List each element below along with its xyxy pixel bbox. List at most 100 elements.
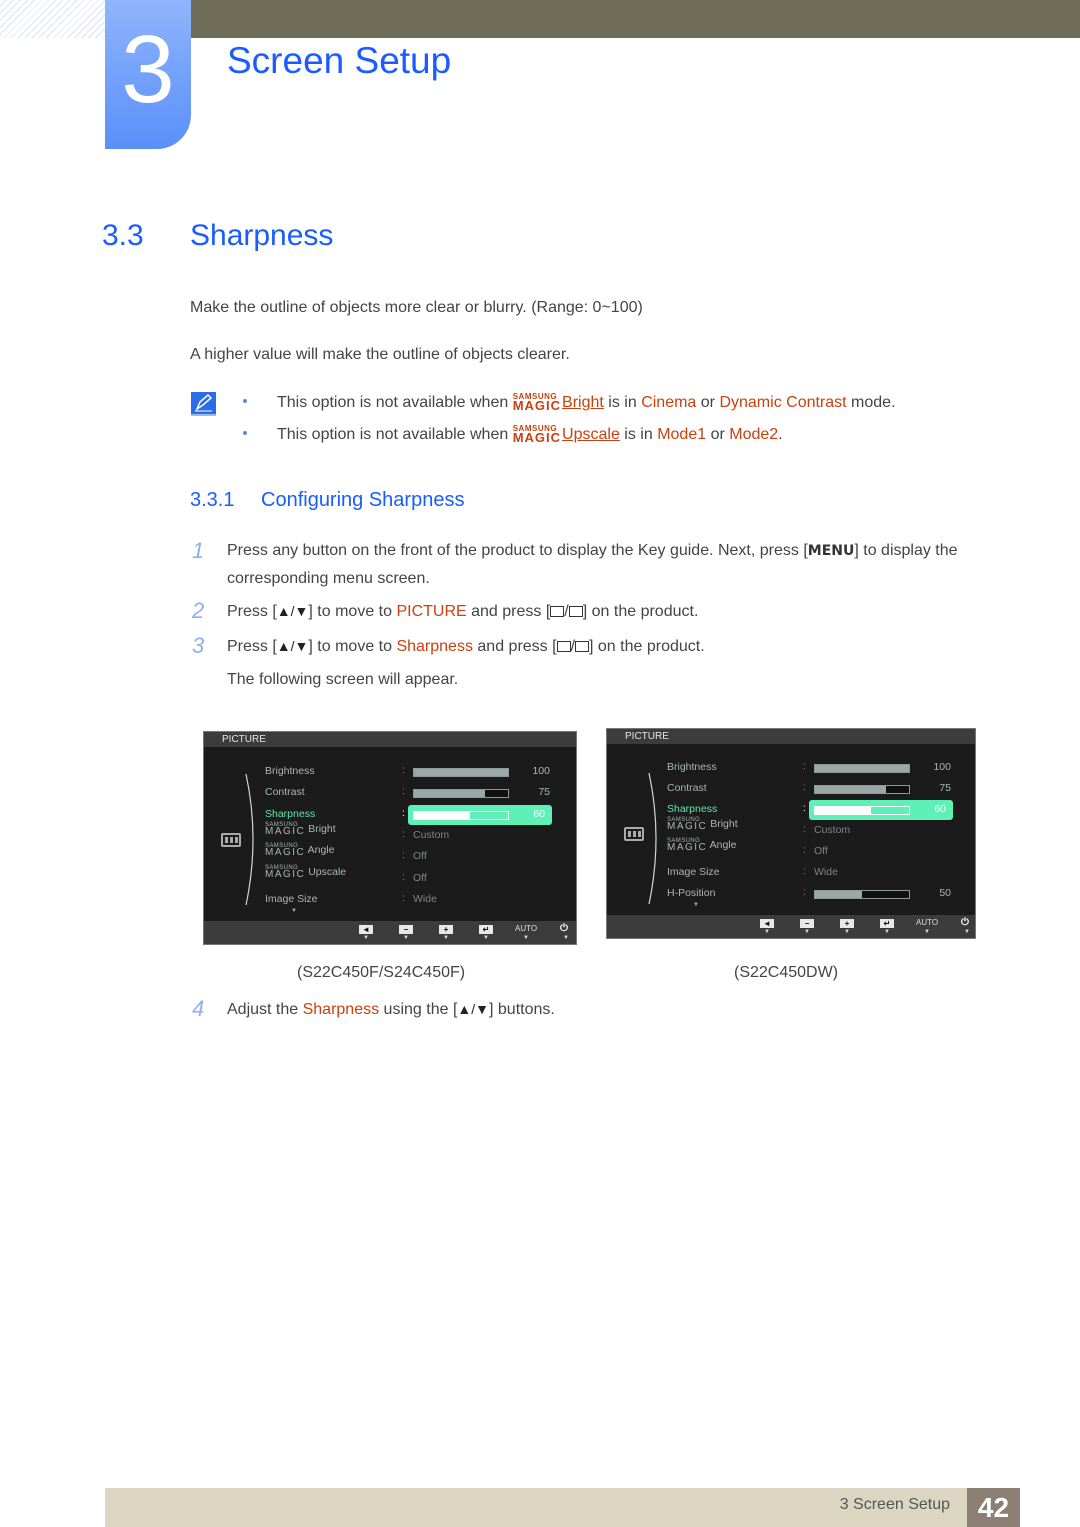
osd-item-sharpness[interactable]: Sharpness [667,803,717,815]
step-number: 3 [192,633,205,658]
osd-separator: : [803,761,806,772]
osd-item-contrast[interactable]: Contrast [667,782,707,794]
chapter-title: Screen Setup [227,40,452,81]
highlight-dynamic-contrast: Dynamic Contrast [719,394,847,412]
osd-separator: : [402,765,405,776]
osd-separator: : [402,850,405,862]
note-text: mode. [846,394,896,412]
osd-separator: : [402,892,405,904]
power-button-icon[interactable]: ⏻ [560,923,568,934]
bullet-icon [243,430,247,435]
osd-value-text: Off [413,850,427,863]
subsection-number: 3.3.1 [190,489,235,511]
down-arrow-icon: ▼ [804,929,810,935]
osd-value-slider[interactable] [413,810,509,820]
enter-button-icon[interactable]: ↵ [880,919,894,928]
osd-item-bright[interactable]: SAMSUNG MAGIC Bright [265,821,336,837]
osd-value-slider[interactable] [814,806,910,815]
osd-value-text: Custom [814,824,851,836]
osd-value-text: Wide [814,866,838,878]
osd-separator: : [803,866,806,877]
samsung-magic-logo: SAMSUNG MAGIC [512,424,562,446]
header-bar [190,0,1080,38]
down-arrow-icon: ▼ [563,935,569,941]
step-text: Adjust the Sharpness using the [▲/▼] but… [227,1001,555,1018]
osd-title: PICTURE [607,729,975,744]
osd-value-text: Off [413,871,427,884]
osd-item-brightness[interactable]: Brightness [667,761,717,773]
plus-button-icon[interactable]: + [840,919,854,928]
osd-value-number: 75 [939,782,951,794]
up-down-arrow-icon: ▲/▼ [276,638,309,654]
left-button-icon[interactable]: ◄ [359,925,373,934]
highlight-sharpness: Sharpness [396,638,473,655]
note-item: This option is not available when SAMSUN… [243,424,783,446]
more-down-arrow-icon: ▼ [291,908,297,914]
menu-key: MENU [807,543,855,559]
note-text: This option is not available when [277,426,513,444]
osd-item-brightness[interactable]: Brightness [265,765,315,777]
osd-selected-highlight[interactable]: 60 [408,804,552,825]
auto-button[interactable]: AUTO [515,924,537,933]
osd-item-image-size[interactable]: Image Size [265,893,318,905]
osd-separator: : [402,786,405,798]
power-button-icon[interactable]: ⏻ [961,917,969,928]
up-down-arrow-icon: ▲/▼ [276,603,309,619]
samsung-magic-logo: SAMSUNG MAGIC [265,843,306,859]
highlight-sharpness: Sharpness [302,1001,380,1018]
footer-chapter-label: 3 Screen Setup [839,1496,950,1513]
note-text: is in [619,426,658,444]
source-enter-icon [556,641,571,652]
magic-bright-link[interactable]: Bright [562,394,604,411]
picture-menu-icon [221,833,241,847]
note-text: or [696,394,720,412]
osd-item-image-size[interactable]: Image Size [667,866,720,878]
more-down-arrow-icon: ▼ [693,902,699,908]
osd-value-text: Wide [413,892,437,905]
samsung-magic-logo: SAMSUNG MAGIC [265,821,306,837]
osd-value-number: 60 [934,803,946,815]
slider-fill [414,769,508,776]
osd-item-angle[interactable]: SAMSUNG MAGIC Angle [265,843,334,859]
samsung-magic-logo: SAMSUNG MAGIC [512,392,562,414]
osd-value-slider[interactable] [413,789,509,799]
osd-value-slider[interactable] [814,890,910,899]
osd-value-slider[interactable] [814,785,910,794]
osd-item-upscale[interactable]: SAMSUNG MAGIC Upscale [265,865,346,880]
minus-button-icon[interactable]: − [800,919,814,928]
enter-button-icon[interactable]: ↵ [479,925,493,934]
auto-button[interactable]: AUTO [916,918,938,927]
slider-fill [815,807,872,814]
highlight-mode1: Mode1 [657,426,707,444]
minus-button-icon[interactable]: − [399,925,413,934]
osd-selected-highlight[interactable]: 60 [809,800,953,820]
enter-icon [575,641,590,652]
model-label-right: (S22C450DW) [734,964,839,981]
plus-button-icon[interactable]: + [439,925,453,934]
osd-value-slider[interactable] [814,764,910,773]
osd-value-slider[interactable] [413,768,509,777]
osd-item-angle[interactable]: SAMSUNG MAGIC Angle [667,838,736,853]
osd-item-h-position[interactable]: H-Position [667,887,715,899]
left-button-icon[interactable]: ◄ [760,919,774,928]
osd-footer: ◄ ▼ − ▼ + ▼ ↵ ▼ AUTO ▼ ⏻ ▼ [204,921,576,944]
osd-item-sharpness[interactable]: Sharpness [265,808,315,820]
osd-value-text: Off [814,845,828,857]
page-number: 42 [967,1488,1020,1527]
note-text: or [706,426,730,444]
section-number: 3.3 [102,219,144,252]
note-text: . [778,426,783,444]
osd-item-contrast[interactable]: Contrast [265,786,305,798]
note-item: This option is not available when SAMSUN… [243,392,896,414]
step-text: Press [▲/▼] to move to PICTURE and press… [227,603,699,620]
osd-separator: : [402,871,405,883]
magic-upscale-link[interactable]: Upscale [562,426,620,443]
osd-item-bright[interactable]: SAMSUNG MAGIC Bright [667,817,738,832]
step-text: Press [▲/▼] to move to Sharpness and pre… [227,638,705,655]
osd-value-number: 100 [532,765,550,777]
osd-menu-left: PICTURE Brightness: 100 Contrast: 75 Sharpne… [203,731,577,945]
slider-fill [414,790,485,798]
down-arrow-icon: ▼ [443,935,449,941]
up-down-arrow-icon: ▲/▼ [457,1001,489,1017]
source-enter-icon [550,606,565,617]
